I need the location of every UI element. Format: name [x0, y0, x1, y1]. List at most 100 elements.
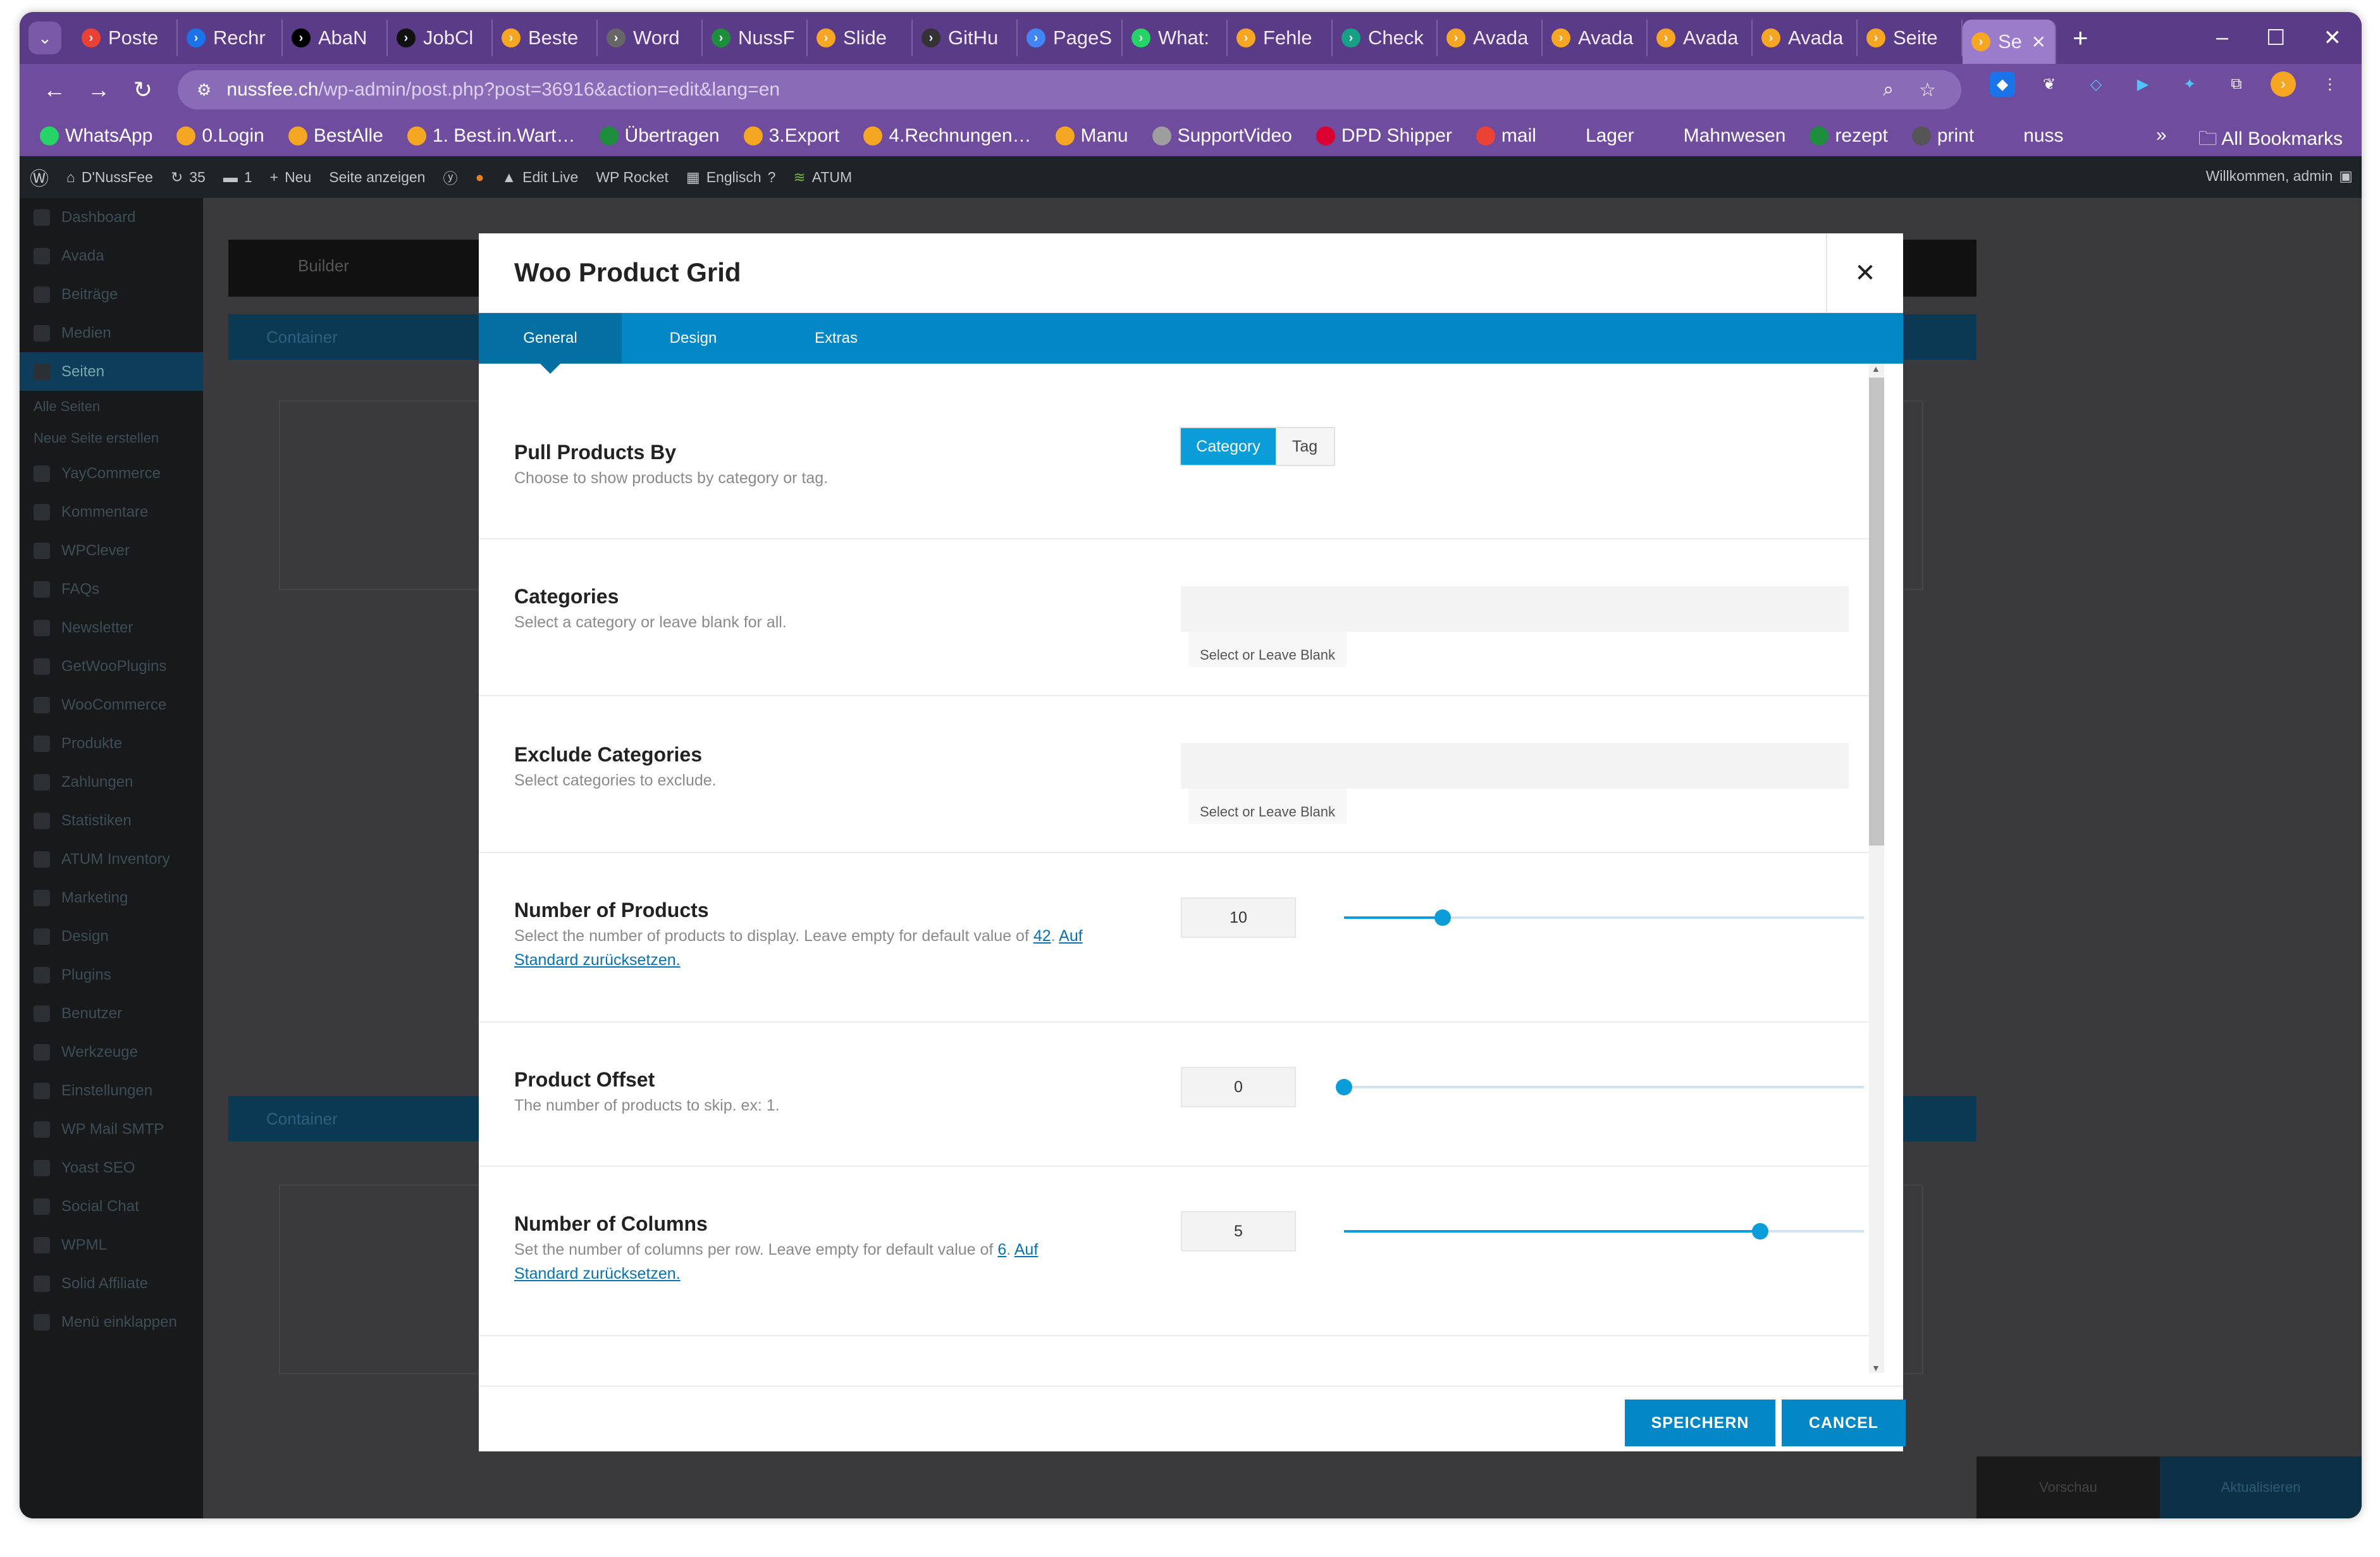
- close-tab-icon[interactable]: ✕: [2032, 32, 2046, 52]
- slider-handle[interactable]: [1336, 1079, 1352, 1095]
- bookmark-item[interactable]: BestAlle: [282, 125, 390, 147]
- wp-menu-item[interactable]: WPML: [20, 1226, 203, 1264]
- browser-tab[interactable]: › Slide: [808, 20, 913, 56]
- new-content-link[interactable]: + Neu: [270, 169, 312, 186]
- bookmark-item[interactable]: nuss: [1992, 125, 2069, 147]
- edit-live-link[interactable]: ▲ Edit Live: [502, 169, 578, 186]
- wp-menu-item[interactable]: ATUM Inventory: [20, 840, 203, 878]
- bookmark-item[interactable]: WhatsApp: [34, 125, 159, 147]
- wp-menu-item[interactable]: Social Chat: [20, 1187, 203, 1226]
- extension-shield-icon[interactable]: ◆: [1990, 71, 2015, 97]
- slider-handle[interactable]: [1752, 1223, 1768, 1240]
- tab-design[interactable]: Design: [622, 313, 765, 364]
- bookmark-item[interactable]: 3.Export: [737, 125, 846, 147]
- reload-icon[interactable]: ↻: [121, 77, 165, 103]
- updates-link[interactable]: ↻ 35: [171, 169, 206, 186]
- default-value-link[interactable]: 6: [997, 1241, 1006, 1259]
- wp-menu-item[interactable]: Werkzeuge: [20, 1033, 203, 1071]
- extensions-puzzle-icon[interactable]: ⧉: [2224, 71, 2249, 97]
- bookmark-item[interactable]: Lager: [1554, 125, 1641, 147]
- wp-menu-item[interactable]: Avada: [20, 237, 203, 275]
- browser-tab[interactable]: › Avada: [1543, 20, 1648, 56]
- tab-search-button[interactable]: ⌄: [28, 22, 61, 54]
- bookmark-item[interactable]: DPD Shipper: [1310, 125, 1458, 147]
- wp-menu-item[interactable]: Plugins: [20, 956, 203, 994]
- browser-tab[interactable]: › Beste: [493, 20, 598, 56]
- view-page-link[interactable]: Seite anzeigen: [329, 169, 425, 186]
- bookmark-item[interactable]: Übertragen: [593, 125, 726, 147]
- wp-menu-item[interactable]: Alle Seiten: [20, 391, 203, 422]
- site-name-link[interactable]: ⌂ D'NussFee: [66, 169, 153, 186]
- yoast-icon[interactable]: ⓨ: [443, 166, 457, 188]
- scroll-down-icon[interactable]: ▼: [1871, 1363, 1880, 1373]
- browser-tab[interactable]: › Avada: [1438, 20, 1543, 56]
- wp-menu-item[interactable]: Zahlungen: [20, 763, 203, 801]
- wp-menu-item[interactable]: WooCommerce: [20, 686, 203, 724]
- number-of-columns-slider[interactable]: [1344, 1223, 1864, 1240]
- browser-tab[interactable]: › AbaN: [283, 20, 388, 56]
- wp-menu-item[interactable]: Menü einklappen: [20, 1303, 203, 1341]
- extension-play-icon[interactable]: ▶: [2130, 71, 2155, 97]
- wp-menu-item[interactable]: Neue Seite erstellen: [20, 422, 203, 454]
- wp-menu-item[interactable]: Yoast SEO: [20, 1148, 203, 1187]
- tag-option-button[interactable]: Tag: [1276, 428, 1334, 465]
- wp-menu-item[interactable]: Einstellungen: [20, 1071, 203, 1110]
- browser-tab[interactable]: › Seite: [1858, 20, 1963, 56]
- browser-tab[interactable]: › What:: [1123, 20, 1228, 56]
- extension-twitter-icon[interactable]: ✦: [2177, 71, 2202, 97]
- atum-link[interactable]: ≋ ATUM: [793, 169, 852, 186]
- extension-dark-icon[interactable]: ❦: [2037, 71, 2062, 97]
- browser-tab[interactable]: › Avada: [1753, 20, 1858, 56]
- maximize-icon[interactable]: ☐: [2266, 25, 2285, 51]
- bookmark-item[interactable]: mail: [1470, 125, 1543, 147]
- site-info-icon[interactable]: ⚙: [197, 80, 211, 100]
- tab-general[interactable]: General: [479, 313, 622, 374]
- comments-link[interactable]: ▬ 1: [223, 169, 252, 186]
- wp-menu-item[interactable]: WPClever: [20, 531, 203, 570]
- browser-tab[interactable]: › JobCl: [388, 20, 493, 56]
- wp-menu-item[interactable]: Design: [20, 917, 203, 956]
- scrollbar-thumb[interactable]: [1869, 378, 1884, 846]
- minimize-icon[interactable]: –: [2216, 25, 2228, 51]
- all-bookmarks-button[interactable]: 🗀 All Bookmarks: [2198, 125, 2343, 157]
- wp-menu-item[interactable]: Kommentare: [20, 493, 203, 531]
- browser-tab[interactable]: › Word: [598, 20, 703, 56]
- language-switcher[interactable]: ▦ Englisch?: [686, 169, 775, 186]
- number-of-products-slider[interactable]: [1344, 909, 1864, 926]
- wp-menu-item[interactable]: Produkte: [20, 724, 203, 763]
- browser-tab[interactable]: › GitHu: [913, 20, 1018, 56]
- wp-menu-item[interactable]: Medien: [20, 314, 203, 352]
- categories-select[interactable]: [1181, 586, 1849, 632]
- exclude-categories-placeholder[interactable]: Select or Leave Blank for None: [1188, 789, 1347, 824]
- address-bar[interactable]: ⚙ nussfee.ch/wp-admin/post.php?post=3691…: [178, 70, 1961, 109]
- bookmark-item[interactable]: SupportVideo: [1146, 125, 1298, 147]
- profile-avatar[interactable]: ›: [2271, 71, 2296, 97]
- cancel-button[interactable]: CANCEL: [1782, 1400, 1906, 1446]
- wp-menu-item[interactable]: FAQs: [20, 570, 203, 608]
- wordpress-logo-icon[interactable]: Ⓦ: [30, 163, 49, 191]
- bookmark-item[interactable]: rezept: [1803, 125, 1894, 147]
- wp-menu-item[interactable]: Dashboard: [20, 198, 203, 237]
- wp-menu-item[interactable]: Marketing: [20, 878, 203, 917]
- forward-icon[interactable]: →: [77, 77, 121, 103]
- extension-diamond-icon[interactable]: ◇: [2083, 71, 2109, 97]
- browser-tab[interactable]: › Poste: [73, 20, 178, 56]
- wp-menu-item[interactable]: Solid Affiliate: [20, 1264, 203, 1303]
- exclude-categories-select[interactable]: [1181, 743, 1849, 789]
- scroll-up-icon[interactable]: ▲: [1871, 364, 1880, 374]
- browser-tab[interactable]: › Avada: [1648, 20, 1753, 56]
- category-option-button[interactable]: Category: [1181, 428, 1276, 465]
- wp-rocket-link[interactable]: WP Rocket: [596, 169, 669, 186]
- wp-menu-item[interactable]: WP Mail SMTP: [20, 1110, 203, 1148]
- browser-tab[interactable]: › Check: [1333, 20, 1438, 56]
- tab-extras[interactable]: Extras: [765, 313, 908, 364]
- zoom-icon[interactable]: ⌕: [1883, 79, 1894, 101]
- browser-tab[interactable]: › Fehle: [1228, 20, 1333, 56]
- browser-tab[interactable]: › NussF: [703, 20, 808, 56]
- close-icon[interactable]: ✕: [1826, 233, 1903, 313]
- account-menu[interactable]: Willkommen, admin ▣: [2206, 168, 2353, 185]
- wp-menu-item[interactable]: YayCommerce: [20, 454, 203, 493]
- browser-menu-icon[interactable]: ⋮: [2317, 71, 2343, 97]
- update-button[interactable]: Aktualisieren: [2160, 1456, 2362, 1518]
- close-window-icon[interactable]: ✕: [2324, 25, 2342, 51]
